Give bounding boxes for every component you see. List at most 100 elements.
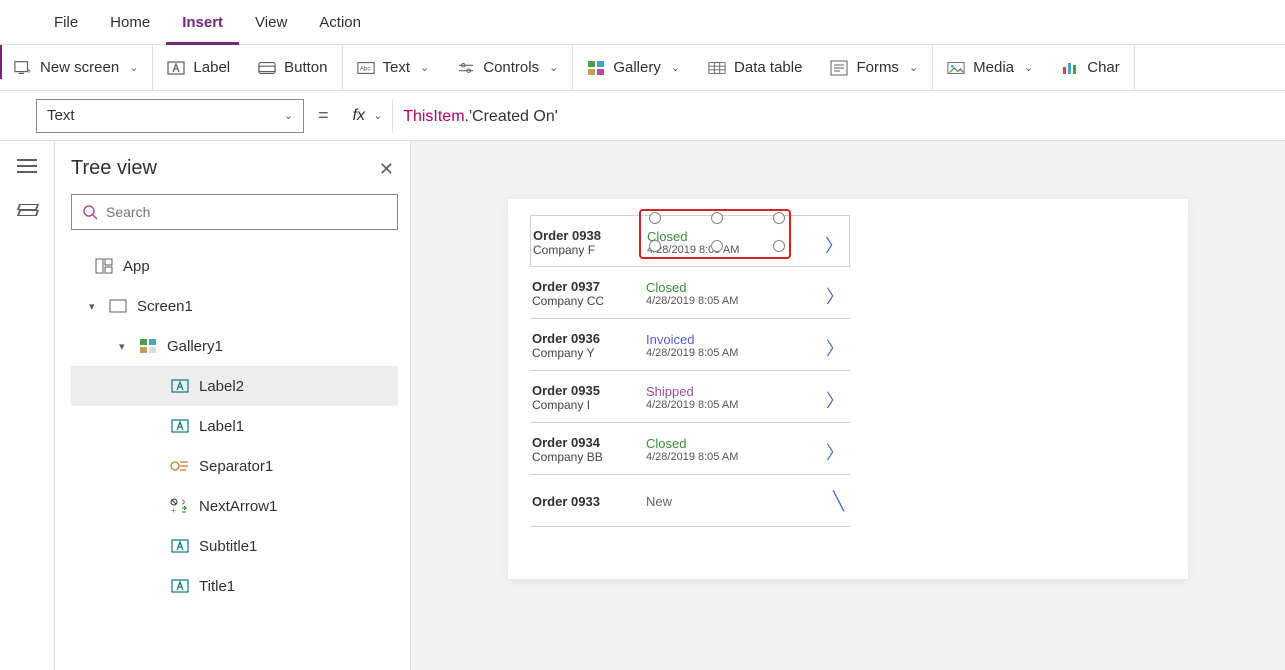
gallery-row[interactable]: Order 0933New ╲ (530, 475, 850, 527)
tree-label: Gallery1 (167, 338, 223, 355)
datatable-button[interactable]: Data table (694, 45, 816, 91)
order-id: Order 0936 (532, 331, 646, 346)
caret-down-icon: ▾ (119, 340, 129, 353)
selection-handles (655, 216, 779, 252)
order-company: Company Y (532, 346, 646, 360)
order-status: Closed (646, 280, 796, 295)
tree-label: Label1 (199, 418, 244, 435)
tree-node-label1[interactable]: Label1 (71, 406, 398, 446)
menu-bar: File Home Insert View Action (0, 0, 1285, 45)
menu-action[interactable]: Action (303, 0, 377, 45)
datatable-label: Data table (734, 59, 802, 76)
tree-label: Separator1 (199, 458, 273, 475)
datatable-icon (708, 59, 726, 77)
chart-button[interactable]: Char (1047, 45, 1134, 91)
next-arrow-icon[interactable]: 〉 (825, 232, 843, 258)
close-icon[interactable]: ✕ (379, 159, 394, 180)
text-icon: Abc (357, 59, 375, 77)
arr-icon: + (169, 497, 191, 515)
gallery-row[interactable]: Order 0935Company IShipped4/28/2019 8:05… (530, 371, 850, 423)
label-icon (167, 59, 185, 77)
property-label: Text (47, 107, 75, 124)
gallery-preview[interactable]: Order 0938Company F Closed 4/28/2019 8:05 … (530, 215, 850, 527)
next-arrow-icon[interactable]: ╲ (833, 491, 844, 512)
order-status: Shipped (646, 384, 796, 399)
forms-button[interactable]: Forms ⌄ (816, 45, 932, 91)
media-button[interactable]: Media ⌄ (933, 45, 1047, 91)
next-arrow-icon[interactable]: 〉 (826, 283, 844, 309)
tree-node-app[interactable]: App (71, 246, 398, 286)
next-arrow-icon[interactable]: 〉 (826, 439, 844, 465)
text-label: Text (383, 59, 411, 76)
tree-view-panel: Tree view ✕ App ▾ Screen1 ▾ Gallery1 Lab… (55, 141, 411, 670)
rail-indicator (0, 45, 2, 79)
text-button[interactable]: Abc Text ⌄ (343, 45, 444, 91)
search-box[interactable] (71, 194, 398, 230)
chevron-down-icon: ⌄ (549, 61, 558, 74)
layers-icon[interactable] (16, 197, 38, 219)
tree-node-gallery[interactable]: ▾ Gallery1 (71, 326, 398, 366)
tree-node-title1[interactable]: Title1 (71, 566, 398, 606)
gallery-icon (137, 337, 159, 355)
next-arrow-icon[interactable]: 〉 (826, 335, 844, 361)
gallery-row[interactable]: Order 0937Company CCClosed4/28/2019 8:05… (530, 267, 850, 319)
order-id: Order 0934 (532, 435, 646, 450)
chevron-down-icon: ⌄ (284, 109, 293, 122)
tree-label: Title1 (199, 578, 235, 595)
button-button[interactable]: Button (244, 45, 341, 91)
menu-view[interactable]: View (239, 0, 303, 45)
order-company: Company F (533, 243, 647, 257)
chevron-down-icon: ⌄ (420, 61, 429, 74)
tree-label: Subtitle1 (199, 538, 257, 555)
gallery-row[interactable]: Order 0938Company FClosed4/28/2019 8:05 … (530, 215, 850, 267)
tree-node-label2[interactable]: Label2 (71, 366, 398, 406)
caret-down-icon: ▾ (89, 300, 99, 313)
order-date: 4/28/2019 8:05 AM (646, 347, 796, 359)
button-label: Button (284, 59, 327, 76)
hamburger-icon[interactable] (17, 159, 37, 173)
controls-icon (457, 59, 475, 77)
tree-label: Screen1 (137, 298, 193, 315)
tree-node-subtitle1[interactable]: Subtitle1 (71, 526, 398, 566)
gallery-row[interactable]: Order 0934Company BBClosed4/28/2019 8:05… (530, 423, 850, 475)
formula-input[interactable]: ThisItem.'Created On' (393, 106, 558, 126)
label-icon (169, 577, 191, 595)
svg-text:+: + (27, 66, 32, 75)
search-input[interactable] (106, 204, 387, 220)
fx-button[interactable]: fx⌄ (343, 99, 394, 133)
gallery-button[interactable]: Gallery ⌄ (573, 45, 694, 91)
tree-node-nextarrow1[interactable]: + NextArrow1 (71, 486, 398, 526)
menu-insert[interactable]: Insert (166, 0, 239, 45)
chevron-down-icon: ⌄ (1024, 61, 1033, 74)
tree-title: Tree view (71, 157, 398, 180)
property-dropdown[interactable]: Text ⌄ (36, 99, 304, 133)
order-id: Order 0935 (532, 383, 646, 398)
chevron-down-icon: ⌄ (129, 61, 138, 74)
order-id: Order 0933 (532, 494, 646, 509)
new-screen-icon: + (14, 59, 32, 77)
svg-text:+: + (171, 506, 176, 514)
formula-token-rest: .'Created On' (465, 108, 558, 125)
order-id: Order 0938 (533, 228, 647, 243)
menu-file[interactable]: File (38, 0, 94, 45)
media-label: Media (973, 59, 1014, 76)
menu-home[interactable]: Home (94, 0, 166, 45)
controls-button[interactable]: Controls ⌄ (443, 45, 572, 91)
chart-icon (1061, 59, 1079, 77)
search-icon (82, 204, 98, 220)
new-screen-button[interactable]: + New screen ⌄ (0, 45, 152, 91)
tree-node-screen[interactable]: ▾ Screen1 (71, 286, 398, 326)
order-status: New (646, 494, 796, 509)
tree-node-separator1[interactable]: Separator1 (71, 446, 398, 486)
canvas[interactable]: Order 0938Company F Closed 4/28/2019 8:05 … (411, 141, 1285, 670)
equals-label: = (304, 105, 343, 126)
tree-label: NextArrow1 (199, 498, 277, 515)
gallery-row[interactable]: Order 0936Company YInvoiced4/28/2019 8:0… (530, 319, 850, 371)
label-button[interactable]: Label (153, 45, 244, 91)
next-arrow-icon[interactable]: 〉 (826, 387, 844, 413)
main-area: Tree view ✕ App ▾ Screen1 ▾ Gallery1 Lab… (0, 141, 1285, 670)
order-company: Company BB (532, 450, 646, 464)
left-rail (0, 141, 55, 670)
sep-icon (169, 457, 191, 475)
label-label: Label (193, 59, 230, 76)
